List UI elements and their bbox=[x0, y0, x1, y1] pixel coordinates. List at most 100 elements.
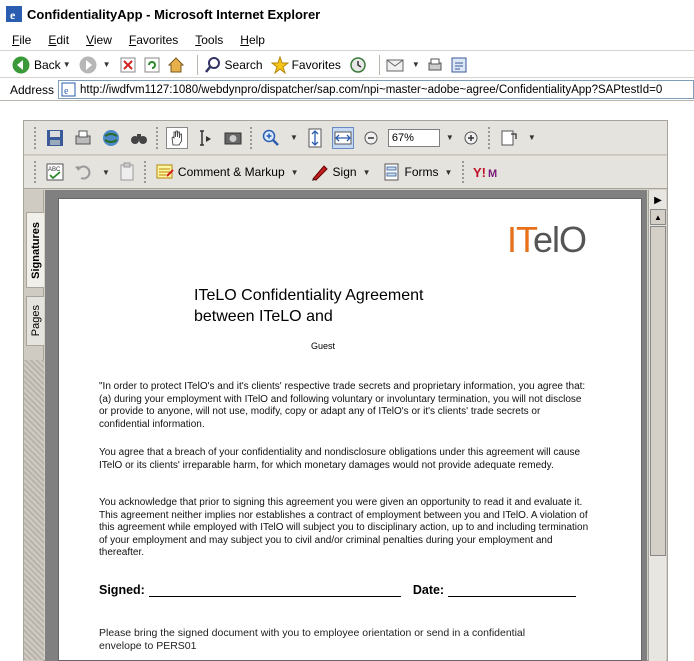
svg-text:e: e bbox=[10, 8, 16, 22]
spellcheck-icon[interactable]: ABC bbox=[44, 161, 66, 183]
address-bar: Address e http://iwdfvm1127:1080/webdynp… bbox=[0, 79, 694, 101]
toolbar-grip[interactable] bbox=[34, 161, 38, 183]
logo-it: IT bbox=[507, 219, 534, 260]
back-button[interactable]: Back ▼ bbox=[12, 56, 71, 74]
search-button[interactable]: Search bbox=[204, 56, 263, 74]
page-nav-arrow-icon[interactable]: ▶ bbox=[650, 192, 666, 208]
chevron-down-icon: ▼ bbox=[444, 167, 453, 177]
instructions-note: Please bring the signed document with yo… bbox=[99, 627, 526, 652]
pdf-page: ITelO ITeLO Confidentiality Agreement be… bbox=[58, 198, 642, 661]
back-arrow-icon bbox=[12, 56, 30, 73]
window-title: ConfidentialityApp - Microsoft Internet … bbox=[27, 6, 321, 22]
document-title-line2: between ITeLO and bbox=[194, 308, 333, 325]
scroll-up-icon[interactable]: ▲ bbox=[650, 209, 666, 225]
tab-signatures[interactable]: Signatures bbox=[26, 212, 44, 288]
back-label: Back bbox=[34, 57, 61, 72]
fit-width-icon[interactable] bbox=[331, 126, 354, 149]
forward-button[interactable]: ▼ bbox=[79, 56, 111, 74]
chevron-down-icon[interactable]: ▼ bbox=[102, 168, 110, 177]
menu-help[interactable]: Help bbox=[240, 33, 265, 47]
toolbar-grip[interactable] bbox=[143, 161, 148, 183]
email-globe-icon[interactable] bbox=[100, 127, 122, 149]
forms-button[interactable]: Forms ▼ bbox=[381, 161, 453, 183]
menu-view[interactable]: View bbox=[86, 33, 112, 47]
tab-signatures-label: Signatures bbox=[29, 221, 42, 279]
print-icon[interactable] bbox=[426, 56, 444, 74]
chevron-down-icon[interactable]: ▼ bbox=[446, 133, 454, 142]
toolbar-grip[interactable] bbox=[156, 126, 160, 149]
find-binoculars-icon[interactable] bbox=[128, 127, 150, 149]
home-icon[interactable] bbox=[167, 56, 185, 74]
zoom-in-plus-icon[interactable] bbox=[460, 127, 482, 149]
star-icon bbox=[270, 55, 289, 74]
favorites-label: Favorites bbox=[291, 57, 341, 72]
chevron-down-icon[interactable]: ▼ bbox=[528, 133, 536, 142]
refresh-icon[interactable] bbox=[143, 56, 161, 74]
snapshot-icon[interactable] bbox=[222, 127, 244, 149]
panel-resize-handle[interactable] bbox=[24, 360, 44, 660]
zoom-level-input[interactable]: 67% bbox=[387, 128, 440, 147]
comment-markup-button[interactable]: Comment & Markup ▼ bbox=[154, 161, 299, 183]
hand-tool-icon[interactable] bbox=[166, 126, 188, 149]
address-input[interactable]: e http://iwdfvm1127:1080/webdynpro/dispa… bbox=[58, 80, 694, 99]
pdf-toolbar-primary: ▼ 67% ▼ ▼ bbox=[24, 121, 667, 155]
toolbar-grip[interactable] bbox=[34, 126, 38, 149]
stop-icon[interactable] bbox=[119, 56, 137, 74]
chevron-down-icon[interactable]: ▼ bbox=[290, 133, 298, 142]
date-field[interactable] bbox=[448, 585, 577, 597]
zoom-out-icon[interactable] bbox=[360, 127, 382, 149]
agreement-paragraph-2: You agree that a breach of your confiden… bbox=[99, 447, 581, 471]
document-title: ITeLO Confidentiality Agreement between … bbox=[194, 285, 423, 327]
favorites-button[interactable]: Favorites bbox=[270, 55, 341, 74]
forward-arrow-icon bbox=[79, 56, 97, 73]
ie-logo-icon: e bbox=[6, 6, 22, 22]
zoom-in-icon[interactable] bbox=[260, 127, 282, 149]
sign-label: Sign bbox=[332, 165, 357, 179]
save-icon[interactable] bbox=[44, 127, 66, 149]
chevron-down-icon[interactable]: ▼ bbox=[103, 60, 111, 69]
yahoo-icon[interactable]: Y! M bbox=[472, 161, 512, 183]
toolbar-separator bbox=[196, 54, 198, 75]
toolbar-grip[interactable] bbox=[462, 161, 466, 183]
logo-rest: elO bbox=[533, 219, 587, 260]
date-label: Date: bbox=[412, 583, 445, 597]
signature-field[interactable] bbox=[148, 585, 401, 597]
select-text-icon[interactable] bbox=[194, 127, 216, 149]
edit-icon[interactable] bbox=[450, 56, 468, 74]
undo-icon[interactable] bbox=[72, 161, 94, 183]
forms-icon bbox=[381, 161, 403, 183]
sign-button[interactable]: Sign ▼ bbox=[309, 161, 371, 183]
pdf-toolbar-secondary: ABC ▼ Comment & Markup ▼ Sign ▼ Forms ▼ … bbox=[24, 156, 667, 189]
toolbar-grip[interactable] bbox=[250, 126, 254, 149]
toolbar-grip[interactable] bbox=[487, 126, 492, 149]
zoom-value: 67% bbox=[391, 131, 414, 144]
forms-label: Forms bbox=[404, 165, 439, 179]
chevron-down-icon: ▼ bbox=[290, 167, 299, 177]
menu-favorites[interactable]: Favorites bbox=[129, 33, 178, 47]
window-titlebar: e ConfidentialityApp - Microsoft Interne… bbox=[0, 0, 694, 28]
menu-tools[interactable]: Tools bbox=[195, 33, 223, 47]
menu-edit[interactable]: Edit bbox=[48, 33, 69, 47]
vertical-scrollbar[interactable]: ▶ ▲ bbox=[648, 190, 666, 661]
address-label: Address bbox=[10, 82, 55, 97]
tab-pages-label: Pages bbox=[29, 305, 42, 337]
menu-file[interactable]: File bbox=[12, 33, 31, 47]
mail-icon[interactable] bbox=[386, 56, 404, 74]
scroll-thumb[interactable] bbox=[650, 226, 666, 556]
chevron-down-icon[interactable]: ▼ bbox=[63, 60, 71, 69]
search-label: Search bbox=[224, 57, 263, 72]
chevron-down-icon: ▼ bbox=[362, 167, 371, 177]
pen-sign-icon bbox=[309, 161, 331, 183]
comment-note-icon bbox=[154, 161, 176, 183]
tab-pages[interactable]: Pages bbox=[26, 296, 44, 346]
rotate-page-icon[interactable] bbox=[498, 127, 520, 149]
svg-text:Y!: Y! bbox=[473, 165, 486, 180]
chevron-down-icon[interactable]: ▼ bbox=[412, 60, 420, 69]
print-icon[interactable] bbox=[72, 127, 94, 149]
search-icon bbox=[204, 56, 220, 73]
fit-height-icon[interactable] bbox=[304, 127, 326, 149]
clipboard-icon[interactable] bbox=[116, 161, 138, 183]
history-icon[interactable] bbox=[349, 56, 367, 74]
address-url: http://iwdfvm1127:1080/webdynpro/dispatc… bbox=[80, 83, 663, 96]
guest-name: Guest bbox=[311, 341, 336, 351]
